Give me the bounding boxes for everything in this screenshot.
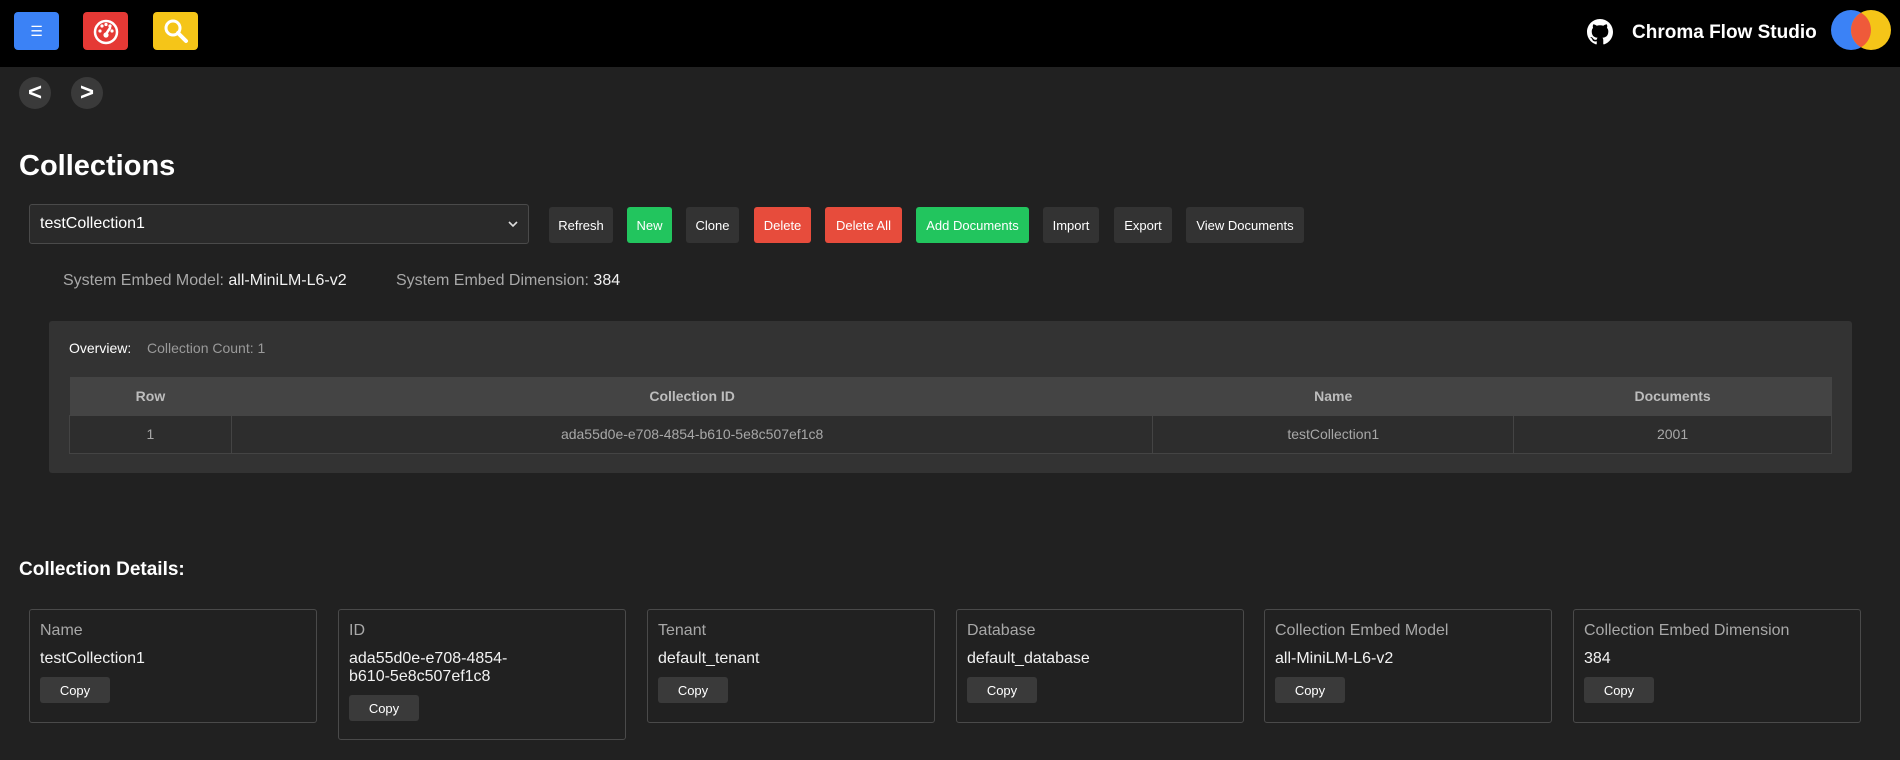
new-button[interactable]: New bbox=[627, 207, 672, 243]
copy-button[interactable]: Copy bbox=[349, 695, 419, 721]
collections-table: Row Collection ID Name Documents 1 ada55… bbox=[69, 377, 1832, 454]
system-embed-dimension-value: 384 bbox=[593, 272, 621, 289]
copy-button[interactable]: Copy bbox=[658, 677, 728, 703]
back-button[interactable]: < bbox=[19, 77, 51, 109]
detail-value: default_database bbox=[967, 650, 1090, 667]
table-cell: 2001 bbox=[1513, 414, 1832, 454]
overview-label: Overview: bbox=[69, 340, 132, 356]
detail-label: Collection Embed Dimension bbox=[1584, 622, 1790, 639]
search-button[interactable] bbox=[153, 12, 198, 50]
overview-panel: Overview: Collection Count: 1 Row Collec… bbox=[49, 321, 1852, 473]
table-cell: 1 bbox=[69, 414, 232, 454]
copy-button[interactable]: Copy bbox=[967, 677, 1037, 703]
delete-button[interactable]: Delete bbox=[754, 207, 811, 243]
detail-card-embed-dimension: Collection Embed Dimension 384 Copy bbox=[1573, 609, 1861, 723]
view-documents-button[interactable]: View Documents bbox=[1186, 207, 1304, 243]
detail-label: Collection Embed Model bbox=[1275, 622, 1449, 639]
column-header: Name bbox=[1152, 377, 1514, 415]
import-button[interactable]: Import bbox=[1043, 207, 1099, 243]
copy-button[interactable]: Copy bbox=[1584, 677, 1654, 703]
detail-card-name: Name testCollection1 Copy bbox=[29, 609, 317, 723]
dashboard-button[interactable] bbox=[83, 12, 128, 50]
menu-icon: ☰ bbox=[30, 22, 43, 39]
table-header-row: Row Collection ID Name Documents bbox=[69, 377, 1832, 415]
detail-label: Database bbox=[967, 622, 1036, 639]
collection-select-value: testCollection1 bbox=[40, 215, 145, 232]
dashboard-icon bbox=[93, 19, 118, 45]
detail-label: Tenant bbox=[658, 622, 707, 639]
system-embed-model-label: System Embed Model: bbox=[63, 272, 224, 289]
export-button[interactable]: Export bbox=[1114, 207, 1172, 243]
column-header: Collection ID bbox=[231, 377, 1153, 415]
system-embed-model-value: all-MiniLM-L6-v2 bbox=[228, 272, 347, 289]
detail-label: ID bbox=[349, 622, 365, 639]
menu-button[interactable]: ☰ bbox=[14, 12, 59, 50]
column-header: Row bbox=[69, 377, 232, 415]
detail-card-embed-model: Collection Embed Model all-MiniLM-L6-v2 … bbox=[1264, 609, 1552, 723]
copy-button[interactable]: Copy bbox=[40, 677, 110, 703]
copy-button[interactable]: Copy bbox=[1275, 677, 1345, 703]
table-row[interactable]: 1 ada55d0e-e708-4854-b610-5e8c507ef1c8 t… bbox=[69, 414, 1832, 454]
forward-button[interactable]: > bbox=[71, 77, 103, 109]
delete-all-button[interactable]: Delete All bbox=[825, 207, 902, 243]
system-embed-dimension: System Embed Dimension: 384 bbox=[396, 272, 620, 290]
detail-card-database: Database default_database Copy bbox=[956, 609, 1244, 723]
detail-label: Name bbox=[40, 622, 83, 639]
system-embed-model: System Embed Model: all-MiniLM-L6-v2 bbox=[63, 272, 347, 290]
detail-value: 384 bbox=[1584, 650, 1611, 667]
detail-value: testCollection1 bbox=[40, 650, 145, 667]
chroma-logo bbox=[1831, 10, 1891, 50]
refresh-button[interactable]: Refresh bbox=[549, 207, 613, 243]
detail-value: all-MiniLM-L6-v2 bbox=[1275, 650, 1394, 667]
table-cell: testCollection1 bbox=[1152, 414, 1515, 454]
collection-count: Collection Count: 1 bbox=[147, 340, 266, 356]
table-cell: ada55d0e-e708-4854-b610-5e8c507ef1c8 bbox=[230, 414, 1154, 454]
detail-value: ada55d0e-e708-4854-b610-5e8c507ef1c8 bbox=[349, 650, 508, 685]
search-icon bbox=[164, 19, 188, 43]
top-bar: ☰ Chroma Flow Studio bbox=[0, 0, 1900, 67]
github-icon[interactable] bbox=[1587, 19, 1613, 45]
column-header: Documents bbox=[1513, 377, 1832, 415]
chevron-down-icon bbox=[508, 221, 518, 228]
clone-button[interactable]: Clone bbox=[686, 207, 739, 243]
app-title: Chroma Flow Studio bbox=[1632, 22, 1817, 43]
collection-details-title: Collection Details: bbox=[19, 559, 185, 580]
page-title: Collections bbox=[19, 150, 176, 182]
add-documents-button[interactable]: Add Documents bbox=[916, 207, 1029, 243]
system-embed-dimension-label: System Embed Dimension: bbox=[396, 272, 589, 289]
collection-select[interactable]: testCollection1 bbox=[29, 204, 529, 244]
detail-card-id: ID ada55d0e-e708-4854-b610-5e8c507ef1c8 … bbox=[338, 609, 626, 740]
detail-card-tenant: Tenant default_tenant Copy bbox=[647, 609, 935, 723]
detail-value: default_tenant bbox=[658, 650, 760, 667]
